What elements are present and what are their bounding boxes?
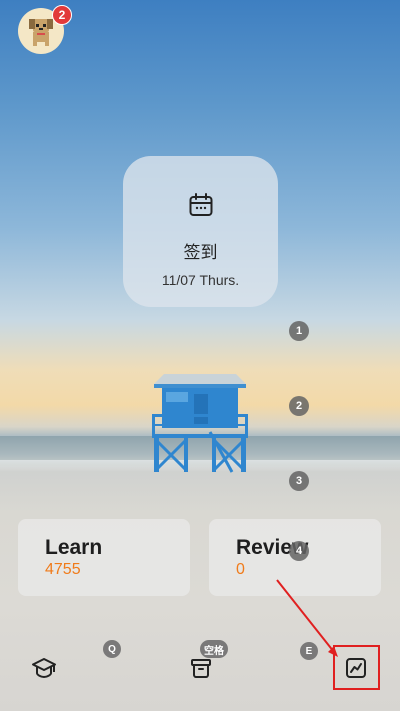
annotation-arrow bbox=[276, 579, 338, 657]
highlight-box bbox=[333, 645, 380, 690]
step-badge-3: 3 bbox=[289, 471, 309, 491]
graduation-cap-icon bbox=[32, 658, 56, 679]
checkin-title: 签到 bbox=[183, 243, 218, 262]
checkin-card[interactable]: 签到 11/07 Thurs. bbox=[123, 156, 278, 307]
learn-tab-button[interactable] bbox=[30, 654, 58, 682]
box-tab-button[interactable] bbox=[187, 654, 215, 682]
step-badge-2: 2 bbox=[289, 396, 309, 416]
key-hint-e: E bbox=[300, 642, 318, 660]
learn-card[interactable]: Learn 4755 bbox=[18, 519, 190, 596]
notification-badge: 2 bbox=[52, 5, 72, 25]
review-count: 0 bbox=[236, 561, 245, 578]
key-hint-q: Q bbox=[103, 640, 121, 658]
calendar-icon bbox=[189, 193, 212, 216]
key-hint-space: 空格 bbox=[200, 640, 228, 658]
checkin-date: 11/07 Thurs. bbox=[161, 272, 240, 288]
archive-box-icon bbox=[191, 659, 211, 678]
learn-count: 4755 bbox=[45, 561, 81, 578]
learn-label: Learn bbox=[45, 536, 103, 559]
home-screen: 2 签到 11/07 Thurs. 1 2 3 Learn 4755 Revie… bbox=[0, 0, 400, 711]
step-badge-4: 4 bbox=[289, 541, 309, 561]
step-badge-1: 1 bbox=[289, 321, 309, 341]
lifeguard-tower-image bbox=[152, 374, 248, 473]
